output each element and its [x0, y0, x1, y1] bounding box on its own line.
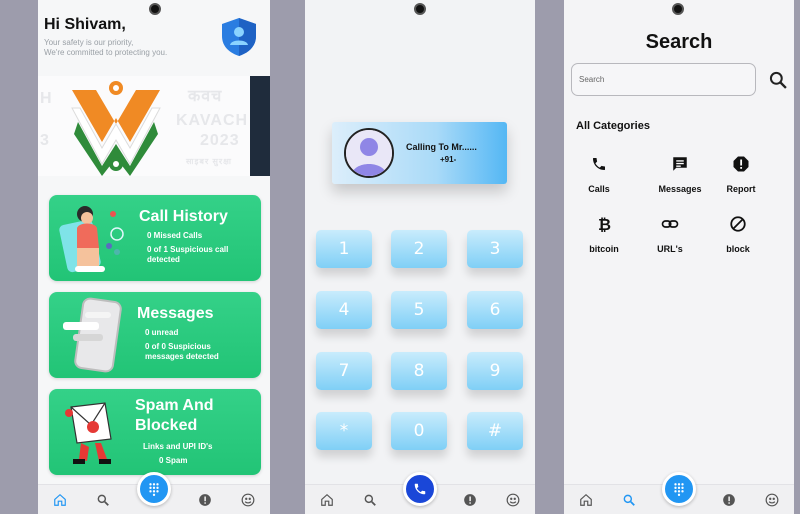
category-report[interactable]: Report	[711, 153, 771, 194]
banner-text-3: कवच	[188, 88, 223, 105]
greeting-title: Hi Shivam,	[44, 16, 126, 33]
greeting-subtitle-line-2: We're committed to protecting you.	[44, 48, 168, 57]
search-icon	[769, 71, 787, 89]
caller-avatar	[344, 128, 394, 178]
dialpad-button[interactable]	[662, 472, 696, 506]
banner-text-2: 3	[40, 132, 50, 149]
dialpad-icon	[674, 483, 684, 496]
phone-icon	[569, 153, 629, 175]
search-icon[interactable]	[360, 490, 380, 510]
category-calls[interactable]: Calls	[569, 153, 629, 194]
call-history-card[interactable]: Call History 0 Missed Calls 0 of 1 Suspi…	[49, 195, 261, 281]
calling-number: +91-	[440, 155, 457, 164]
home-icon[interactable]	[50, 490, 70, 510]
profile-icon[interactable]	[238, 490, 258, 510]
dial-key-3[interactable]: 3	[467, 230, 523, 268]
dial-key-6[interactable]: 6	[467, 291, 523, 329]
alert-icon[interactable]	[195, 490, 215, 510]
profile-icon[interactable]	[762, 490, 782, 510]
alert-icon[interactable]	[719, 490, 739, 510]
home-screen: Hi Shivam, Your safety is our priority, …	[38, 0, 270, 514]
shield-user-icon[interactable]	[220, 17, 258, 62]
category-label: Calls	[588, 184, 610, 194]
greeting-subtitle-line-1: Your safety is our priority,	[44, 38, 134, 47]
alert-icon[interactable]	[460, 490, 480, 510]
category-label: block	[726, 244, 750, 254]
dial-key-2[interactable]: 2	[391, 230, 447, 268]
svg-text:₿: ₿	[598, 215, 611, 233]
banner-text-5: 2023	[200, 132, 240, 149]
dial-key-hash[interactable]: #	[467, 412, 523, 450]
dial-key-4[interactable]: 4	[316, 291, 372, 329]
bitcoin-icon: ₿	[574, 213, 634, 235]
home-icon[interactable]	[576, 490, 596, 510]
category-block[interactable]: block	[708, 213, 768, 254]
calling-card: Calling To Mr...... +91-	[332, 122, 507, 184]
category-label: URL's	[657, 244, 683, 254]
search-icon[interactable]	[619, 490, 639, 510]
calling-label: Calling To Mr......	[406, 142, 477, 152]
phone-messages-illustration	[63, 297, 122, 373]
call-history-title: Call History	[139, 208, 228, 225]
spam-count: 0 Spam	[159, 456, 188, 465]
phone-icon	[414, 483, 426, 495]
dial-key-1[interactable]: 1	[316, 230, 372, 268]
link-icon	[640, 213, 700, 235]
category-urls[interactable]: URL's	[640, 213, 700, 254]
banner-text-1: H	[40, 90, 53, 107]
kavach-logo	[66, 78, 166, 176]
category-label: Report	[726, 184, 756, 194]
category-messages[interactable]: Messages	[650, 153, 710, 194]
suspicious-calls-detected: detected	[147, 255, 180, 264]
category-bitcoin[interactable]: ₿ bitcoin	[574, 213, 634, 254]
search-screen: Search All Categories Calls Messages Rep…	[564, 0, 794, 514]
banner-text-4: KAVACH	[176, 112, 249, 129]
search-field[interactable]	[571, 63, 756, 96]
messages-card[interactable]: Messages 0 unread 0 of 0 Suspicious mess…	[49, 292, 261, 378]
links-upi-label: Links and UPI ID's	[143, 442, 213, 451]
messages-title: Messages	[137, 305, 214, 322]
front-camera	[149, 3, 161, 15]
spam-title-line-1: Spam And	[135, 397, 214, 414]
spam-title-line-2: Blocked	[135, 417, 198, 434]
page-title: Search	[645, 31, 713, 53]
front-camera	[414, 3, 426, 15]
dial-key-9[interactable]: 9	[467, 352, 523, 390]
banner-text-6: साइबर सुरक्षा	[186, 157, 232, 166]
categories-heading: All Categories	[576, 120, 650, 132]
missed-calls-count: 0 Missed Calls	[147, 231, 203, 240]
dialer-screen: Calling To Mr...... +91- 1 2 3 4 5 6 7 8…	[305, 0, 535, 514]
block-icon	[708, 213, 768, 235]
profile-icon[interactable]	[503, 490, 523, 510]
category-label: bitcoin	[589, 244, 619, 254]
call-support-illustration	[59, 206, 124, 273]
call-button[interactable]	[403, 472, 437, 506]
spam-blocked-card[interactable]: Spam And Blocked Links and UPI ID's 0 Sp…	[49, 389, 261, 475]
search-icon[interactable]	[93, 490, 113, 510]
dial-key-0[interactable]: 0	[391, 412, 447, 450]
message-icon	[650, 153, 710, 175]
search-input[interactable]	[572, 64, 755, 95]
spam-illustration	[65, 402, 112, 464]
home-icon[interactable]	[317, 490, 337, 510]
category-label: Messages	[658, 184, 702, 194]
dial-key-7[interactable]: 7	[316, 352, 372, 390]
dialpad-icon	[149, 483, 159, 496]
dial-key-5[interactable]: 5	[391, 291, 447, 329]
report-icon	[711, 153, 771, 175]
dialpad-button[interactable]	[137, 472, 171, 506]
unread-count: 0 unread	[145, 328, 179, 337]
dial-key-star[interactable]: *	[316, 412, 372, 450]
kavach-banner: H 3 कवच KAVACH 2023 साइबर सुरक्षा	[38, 76, 270, 176]
front-camera	[672, 3, 684, 15]
search-button[interactable]	[767, 69, 789, 91]
banner-edge	[250, 76, 270, 176]
suspicious-messages-detected: messages detected	[145, 352, 219, 361]
dial-key-8[interactable]: 8	[391, 352, 447, 390]
